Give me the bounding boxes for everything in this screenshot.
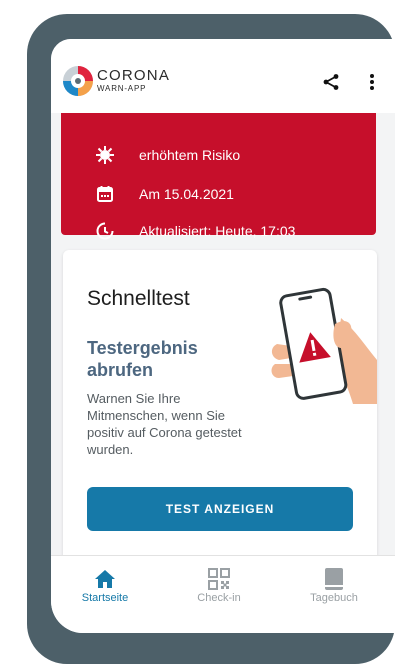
clock-icon (94, 220, 116, 242)
nav-item-check-in[interactable]: Check-in (169, 556, 269, 633)
risk-row-updated: Aktualisiert: Heute, 17:03 (94, 219, 295, 243)
book-icon (284, 566, 384, 592)
app-screen: erhöhtem Risiko Am 15.04.2021 Aktualisie… (51, 39, 395, 633)
rapid-test-card: Schnelltest Testergebnis abrufen Warnen … (63, 250, 377, 570)
bottom-navigation: Startseite Check-in Tagebuch (51, 555, 395, 633)
risk-updated-text: Aktualisiert: Heute, 17:03 (139, 223, 296, 239)
virus-icon (94, 144, 116, 166)
brand-title: CORONA (97, 67, 171, 84)
show-test-button[interactable]: TEST ANZEIGEN (87, 487, 353, 531)
cwa-logo-icon (61, 64, 95, 98)
risk-level-text: erhöhtem Risiko (139, 147, 241, 163)
nav-label-tagebuch: Tagebuch (310, 592, 358, 604)
card-title: Schnelltest (87, 287, 190, 310)
risk-row-date: Am 15.04.2021 (94, 182, 234, 206)
home-icon (55, 566, 155, 592)
card-description: Warnen Sie Ihre Mitmenschen, wenn Sie po… (87, 391, 242, 457)
card-subtitle: Testergebnis abrufen (87, 338, 198, 380)
nav-item-startseite[interactable]: Startseite (55, 556, 155, 633)
nav-label-startseite: Startseite (81, 592, 129, 604)
qr-code-icon (169, 566, 269, 592)
brand-wordmark: CORONA WARN-APP (97, 68, 170, 94)
more-vert-icon[interactable] (361, 71, 383, 93)
nav-item-tagebuch[interactable]: Tagebuch (284, 556, 384, 633)
nav-label-check-in: Check-in (197, 592, 241, 604)
calendar-icon (94, 183, 116, 205)
risk-date-text: Am 15.04.2021 (139, 186, 234, 202)
risk-row-level: erhöhtem Risiko (94, 143, 240, 167)
phone-warning-illustration (269, 278, 377, 404)
share-icon[interactable] (320, 71, 342, 93)
app-header: CORONA WARN-APP (51, 39, 395, 113)
brand-subtitle: WARN-APP (97, 84, 147, 93)
